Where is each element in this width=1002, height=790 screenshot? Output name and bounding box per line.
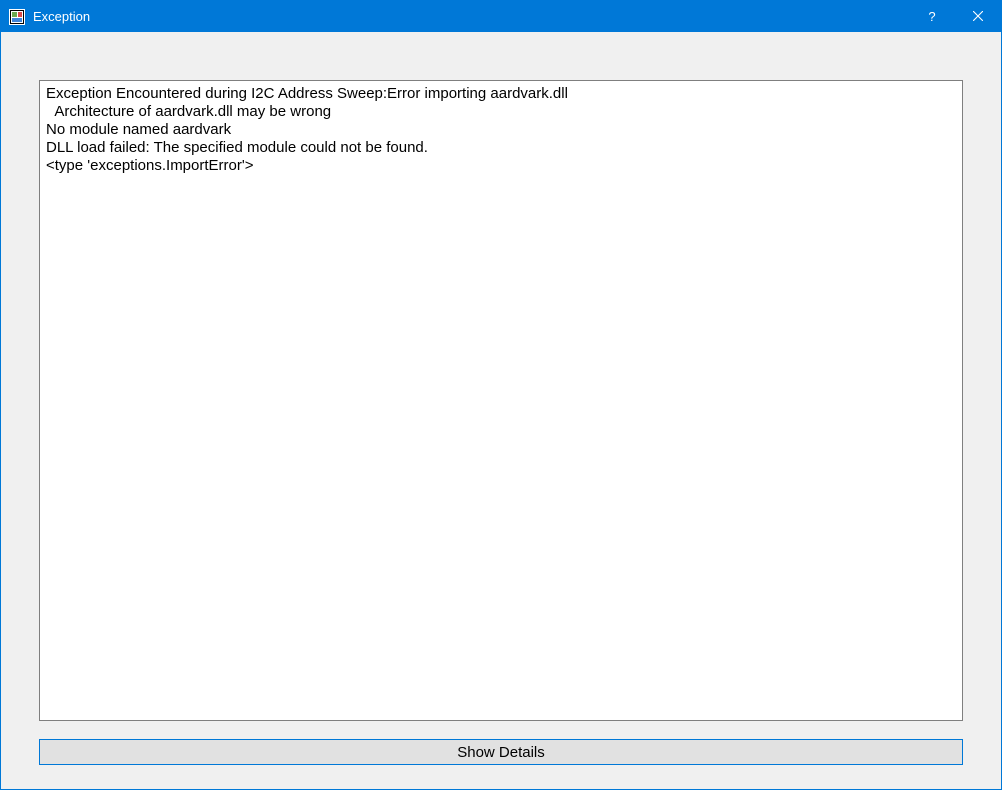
window-title: Exception [33, 9, 909, 24]
exception-dialog-window: Exception ? Exception Encountered during… [0, 0, 1002, 790]
titlebar: Exception ? [1, 1, 1001, 32]
close-button[interactable] [955, 1, 1001, 32]
help-icon: ? [928, 9, 935, 24]
button-row: Show Details [39, 739, 963, 765]
titlebar-controls: ? [909, 1, 1001, 32]
help-button[interactable]: ? [909, 1, 955, 32]
error-message-box[interactable]: Exception Encountered during I2C Address… [39, 80, 963, 721]
app-icon [9, 9, 25, 25]
dialog-content: Exception Encountered during I2C Address… [1, 32, 1001, 789]
close-icon [973, 9, 983, 24]
show-details-button[interactable]: Show Details [39, 739, 963, 765]
